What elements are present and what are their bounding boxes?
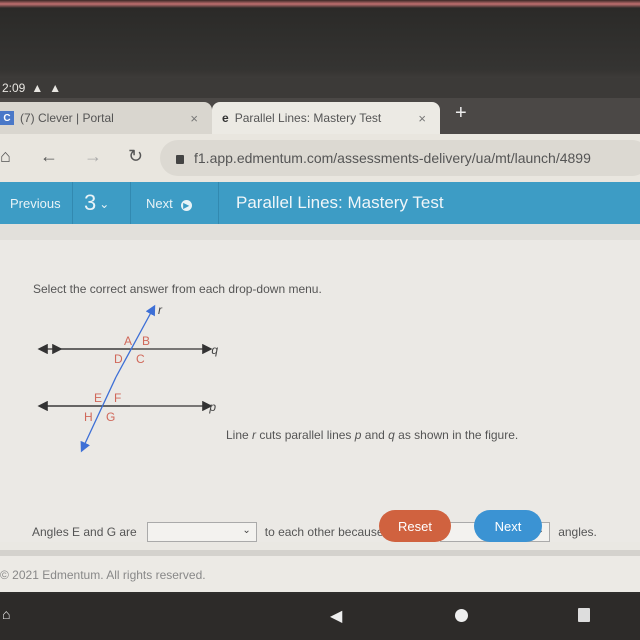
angle-C: C <box>136 352 145 366</box>
tab-clever[interactable]: C (7) Clever | Portal × <box>0 102 212 134</box>
parallel-lines-figure: r q p A B D C E F H G <box>37 303 218 453</box>
back-arrow-icon[interactable]: ← <box>40 146 58 167</box>
angle-D: D <box>114 352 123 366</box>
test-title: Parallel Lines: Mastery Test <box>236 193 444 212</box>
chevron-down-icon: ⌄ <box>242 525 251 536</box>
tab-label: (7) Clever | Portal <box>20 111 114 125</box>
device-bezel <box>0 0 640 78</box>
home-circle-icon[interactable] <box>455 609 468 622</box>
relationship-dropdown[interactable]: ⌄ <box>146 522 257 542</box>
edmentum-e-icon: e <box>222 111 229 125</box>
close-tab-icon[interactable]: × <box>418 111 426 126</box>
address-bar[interactable]: f1.app.edmentum.com/assessments-delivery… <box>160 140 640 176</box>
label-r: r <box>158 303 163 317</box>
next-question-button[interactable]: Next ▶ <box>146 196 192 211</box>
back-triangle-icon[interactable]: ◀ <box>330 606 342 626</box>
launcher-icon[interactable]: ⌂ <box>2 606 10 622</box>
tab-label: Parallel Lines: Mastery Test <box>234 111 382 125</box>
next-label: Next <box>146 195 173 211</box>
angle-A: A <box>124 334 132 348</box>
label-p: p <box>208 400 216 414</box>
angle-H: H <box>84 410 93 424</box>
question-number: 3 <box>84 190 97 215</box>
new-tab-button[interactable]: + <box>455 102 467 125</box>
clever-c-icon: C <box>0 111 14 125</box>
warning-icon: ▲ <box>49 81 62 95</box>
recent-apps-icon[interactable] <box>578 608 590 622</box>
url-text: f1.app.edmentum.com/assessments-delivery… <box>194 150 591 166</box>
divider <box>130 182 131 224</box>
warning-icon: ▲ <box>31 81 44 95</box>
question-number-dropdown[interactable]: 3 ⌄ <box>84 190 109 216</box>
angle-B: B <box>142 334 150 348</box>
clock: 2:09 <box>2 81 26 95</box>
divider <box>72 182 73 224</box>
next-button[interactable]: Next <box>474 510 542 542</box>
answer-text-after: angles. <box>558 525 597 539</box>
chevron-down-icon: ⌄ <box>99 197 110 211</box>
edmentum-page: Previous 3 ⌄ Next ▶ Parallel Lines: Master… <box>0 182 640 592</box>
angle-G: G <box>106 410 115 424</box>
angle-F: F <box>114 391 121 405</box>
close-tab-icon[interactable]: × <box>190 111 198 126</box>
angle-E: E <box>94 391 102 405</box>
forward-arrow-icon[interactable]: → <box>84 146 102 167</box>
lock-icon <box>176 154 184 164</box>
divider <box>218 182 219 224</box>
answer-text-before: Angles E and G are <box>32 525 137 539</box>
tab-parallel-lines[interactable]: e Parallel Lines: Mastery Test × <box>212 102 440 134</box>
status-bar: 2:09 ▲ ▲ <box>0 78 640 98</box>
test-header-bar: Previous 3 ⌄ Next ▶ Parallel Lines: Master… <box>0 182 640 224</box>
footer: © 2021 Edmentum. All rights reserved. <box>0 556 640 592</box>
label-q: q <box>211 343 218 357</box>
tab-strip: C (7) Clever | Portal × e Parallel Lines… <box>0 98 640 134</box>
reset-button[interactable]: Reset <box>379 510 451 542</box>
android-nav-bar: ⌂ ◀ <box>0 594 640 640</box>
home-icon[interactable]: ⌂ <box>0 146 11 167</box>
previous-button[interactable]: Previous <box>10 196 61 211</box>
question-prompt: Select the correct answer from each drop… <box>33 282 322 296</box>
problem-statement: Line r cuts parallel lines p and q as sh… <box>226 428 519 442</box>
question-area: Select the correct answer from each drop… <box>0 224 640 542</box>
copyright-text: © 2021 Edmentum. All rights reserved. <box>0 568 206 582</box>
arrow-circle-right-icon: ▶ <box>180 199 192 211</box>
reload-icon[interactable]: ↻ <box>128 146 143 167</box>
